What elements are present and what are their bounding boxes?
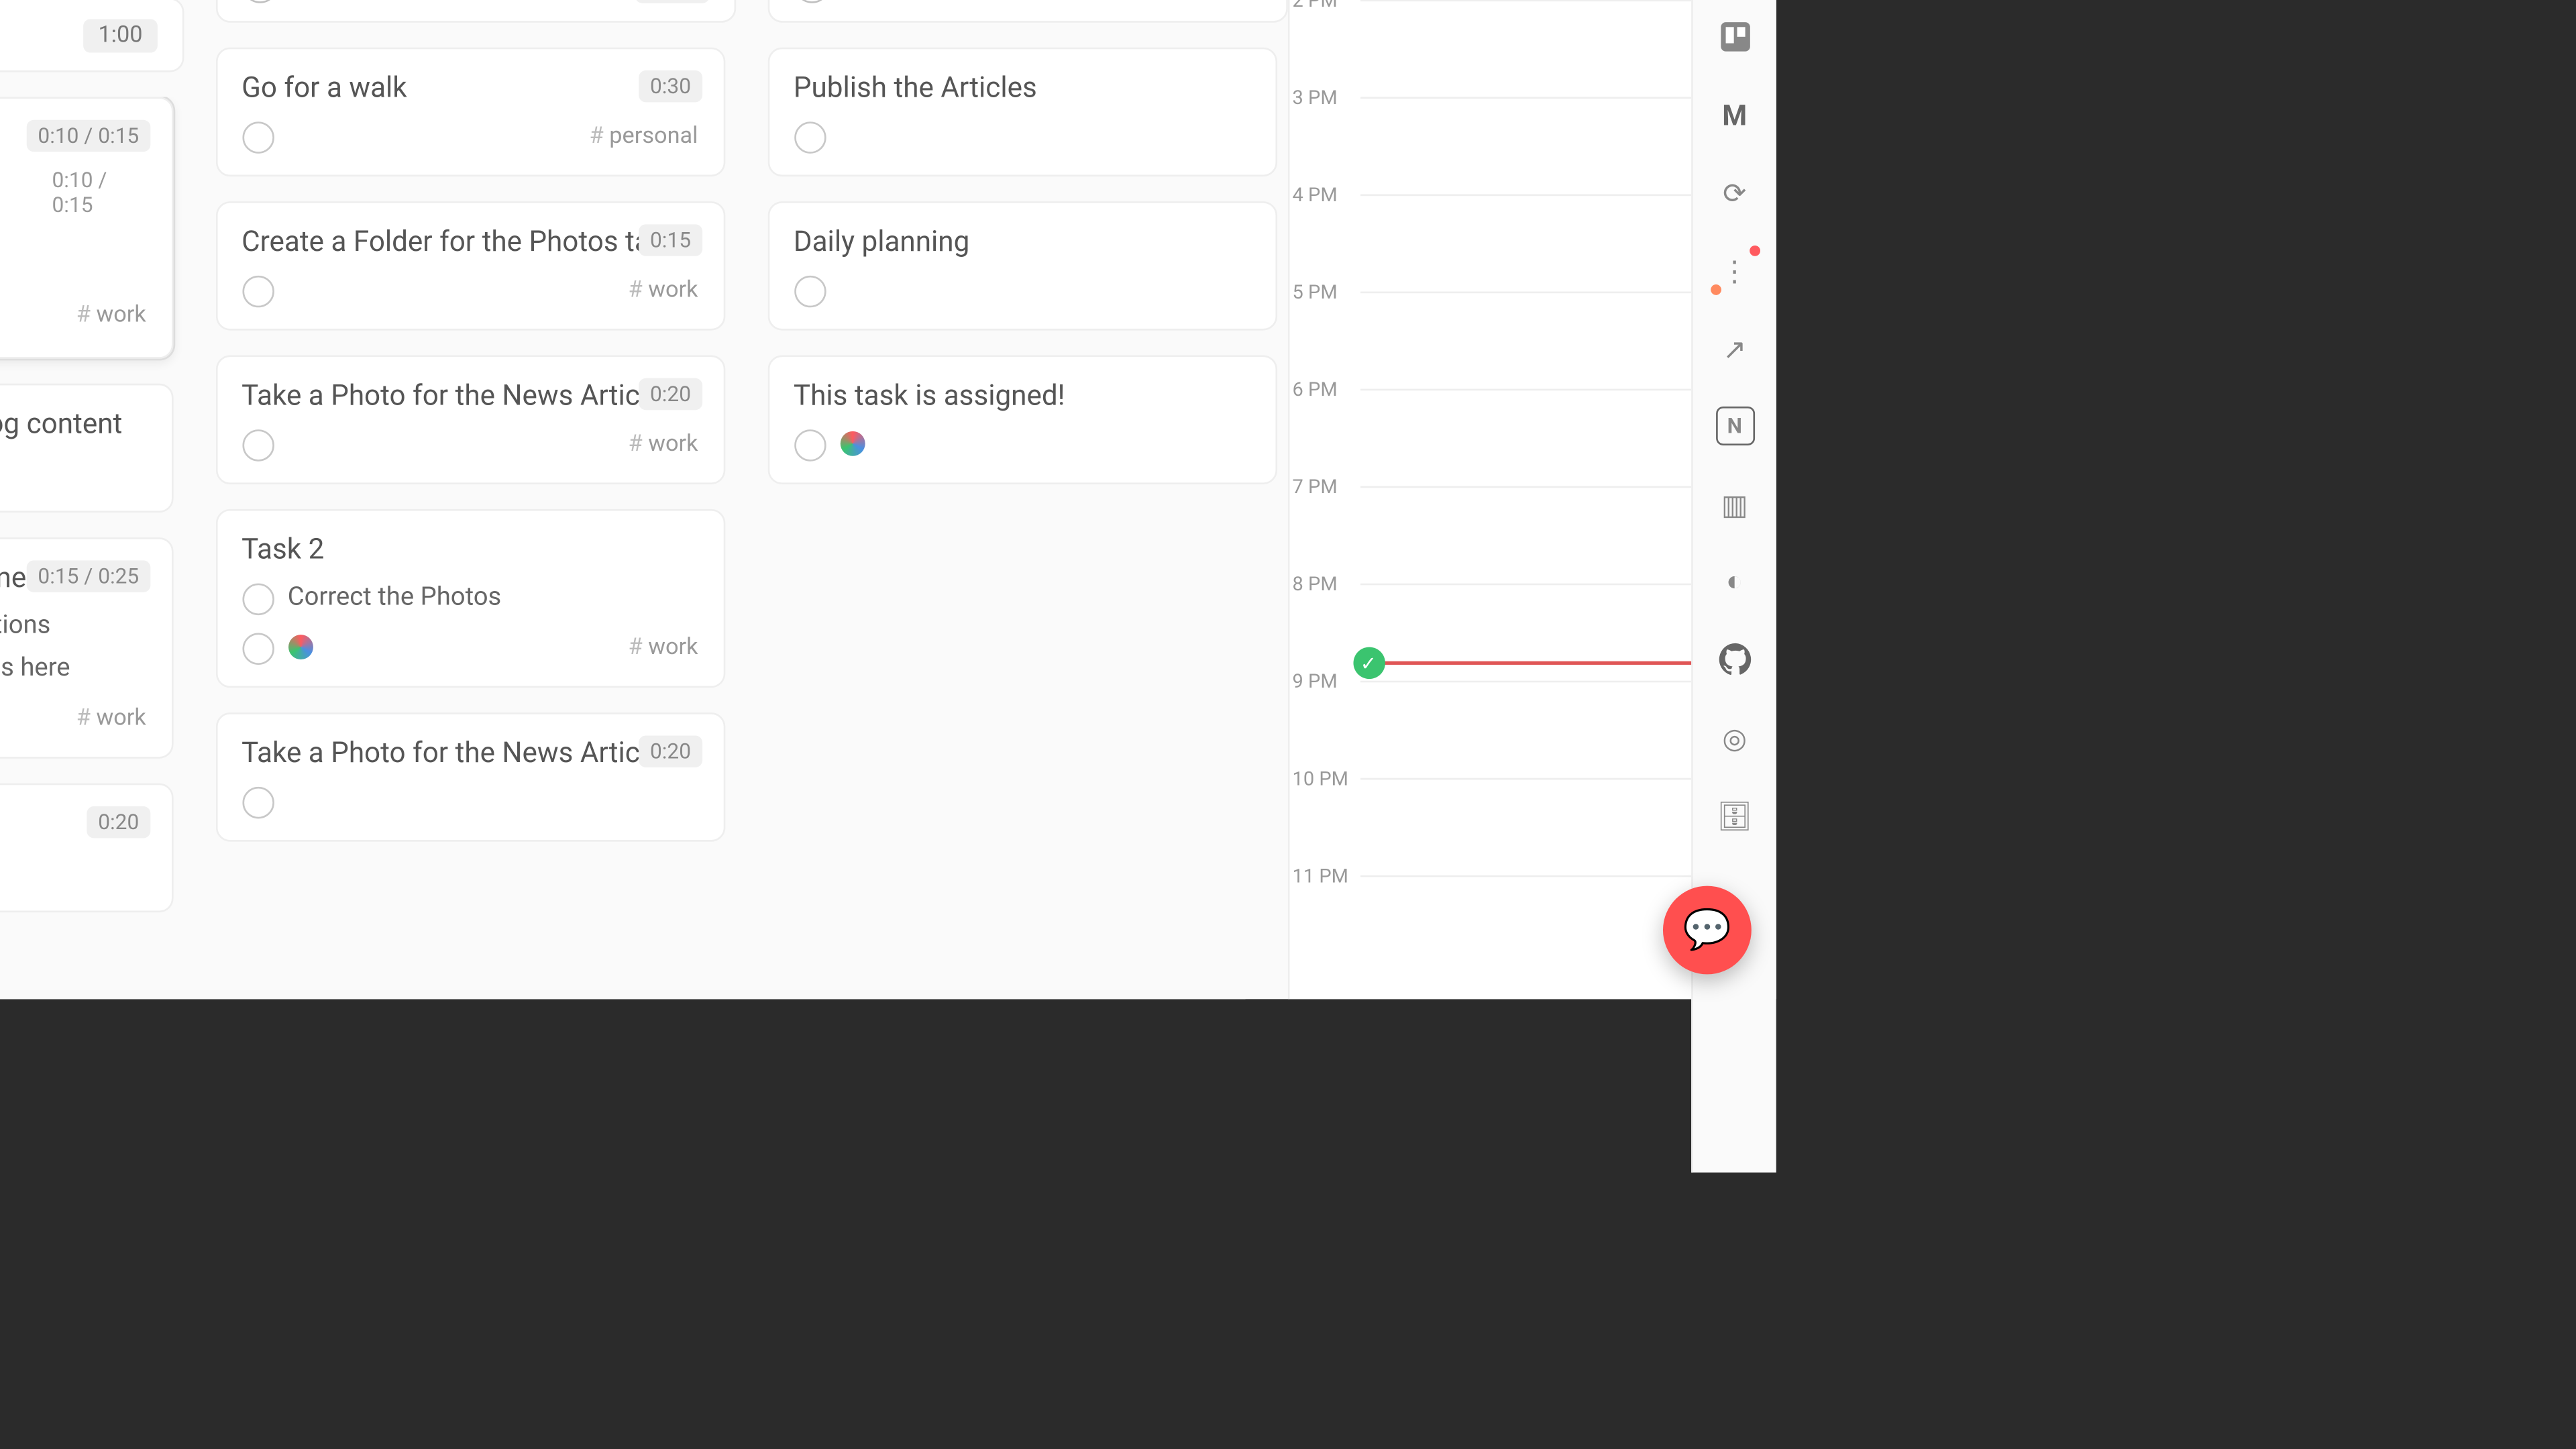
task-checkbox[interactable]	[794, 276, 825, 307]
current-time-indicator: ✓	[1352, 647, 1384, 679]
task-time-badge: 0:15 / 0:25	[28, 561, 150, 592]
plus-icon: +	[794, 0, 829, 3]
add-task-row[interactable]: +	[767, 0, 1287, 23]
task-checkbox[interactable]	[241, 429, 273, 461]
task-tag[interactable]: personal	[590, 123, 698, 150]
task-title: Task 2	[241, 532, 698, 566]
day-columns: FridayDecember 22Shutdown+Add task1:00Ta…	[0, 0, 1287, 999]
task-list: Go for a walk0:30 personal Create a Folder…	[215, 48, 735, 1000]
day-column: SundayDecember 24+Publish the ArticlesDa…	[767, 0, 1287, 999]
subtask-checkbox[interactable]	[241, 584, 273, 615]
task-checkbox[interactable]	[241, 276, 273, 307]
hour-label: 7 PM	[1293, 476, 1338, 498]
task-card[interactable]: To be able to create a vlog content	[0, 384, 172, 513]
basecamp-icon[interactable]: ◐	[1715, 562, 1754, 601]
linear-icon[interactable]: ↗	[1715, 329, 1754, 368]
task-title: Take a Photo for the News Article	[241, 378, 698, 412]
day-total-time: 1:25	[636, 0, 708, 2]
hour-label: 3 PM	[1293, 87, 1338, 109]
hour-label: 8 PM	[1293, 573, 1338, 596]
task-list: Take Photos0:10 / 0:15Make sure to edit …	[0, 97, 183, 999]
asana-badge-icon	[839, 431, 864, 456]
task-card[interactable]: Go for a walk0:30 personal	[215, 48, 724, 177]
subtask-text: Make sure to edit the photos	[0, 168, 38, 237]
task-title: Daily planning	[794, 224, 1250, 258]
day-column: SaturdayDecember 23Plan+1:25Go for a wal…	[215, 0, 735, 999]
task-checkbox[interactable]	[794, 429, 825, 461]
subtask-time: 0:10 / 0:15	[52, 168, 146, 217]
add-task-row[interactable]: +1:25	[215, 0, 735, 23]
task-title: Take a Photo for the News Articles	[241, 735, 698, 769]
hour-label: 6 PM	[1293, 378, 1338, 401]
task-time-badge: 0:20	[639, 378, 702, 410]
subtask-text: Insert more descriptions here	[0, 651, 70, 686]
hour-label: 11 PM	[1293, 865, 1348, 888]
target-icon[interactable]: ◎	[1715, 718, 1754, 757]
task-card[interactable]: Task 2 Correct the Photos work	[215, 509, 724, 688]
task-title: Publish the Articles	[794, 70, 1250, 104]
task-title: Go for a walk	[241, 70, 698, 104]
hour-label: 5 PM	[1293, 281, 1338, 304]
task-list: Publish the Articles Daily planning This t…	[767, 48, 1287, 1000]
day-column: FridayDecember 22Shutdown+Add task1:00Ta…	[0, 0, 183, 999]
task-tag[interactable]: work	[629, 634, 698, 661]
hour-label: 10 PM	[1293, 767, 1348, 790]
github-icon[interactable]	[1715, 640, 1754, 679]
task-title: To be able to create a vlog content	[0, 407, 146, 440]
hour-label: 9 PM	[1293, 670, 1338, 693]
main-panel: ⇤ Today Tasks Calendar FridayDecember 22…	[0, 0, 1287, 999]
add-task-row[interactable]: +Add task1:00	[0, 0, 183, 72]
task-checkbox[interactable]	[794, 121, 825, 153]
task-tag[interactable]: work	[76, 301, 146, 328]
task-time-badge: 0:15	[639, 224, 702, 256]
app-root: Sunsama ▾ WORKSPACE ⚙Settings 🔗Integrati…	[0, 0, 1776, 999]
support-chat-button[interactable]: 💬	[1663, 886, 1752, 975]
task-card[interactable]: Setup Sunsama0:20	[0, 784, 172, 913]
task-card[interactable]: Take a Photo for the News Article0:20 wor…	[215, 355, 724, 484]
task-card[interactable]: This task is assigned!	[767, 355, 1276, 484]
task-time-badge: 0:20	[639, 735, 702, 767]
task-card[interactable]: Create a Caption for the news letter0:15…	[0, 537, 172, 759]
task-card[interactable]: Take a Photo for the News Articles0:20	[215, 712, 724, 842]
task-checkbox[interactable]	[241, 633, 273, 664]
refresh-icon[interactable]: ⟳	[1715, 173, 1754, 212]
gmail-icon[interactable]: M	[1715, 95, 1754, 134]
task-card[interactable]: Create a Folder for the Photos takes0:15…	[215, 201, 724, 331]
task-title: Create a Folder for the Photos takes	[241, 224, 698, 258]
asana-badge-icon	[288, 635, 313, 659]
archive-icon[interactable]: 🗄	[1715, 796, 1754, 835]
day-total-time: 1:00	[84, 18, 156, 52]
task-card[interactable]: Daily planning	[767, 201, 1276, 331]
task-tag[interactable]: work	[629, 276, 698, 303]
trello-icon[interactable]	[1715, 17, 1754, 56]
notion-icon[interactable]: N	[1715, 407, 1754, 445]
integration-rail: M ⟳ ⋮ ↗ N ▥ ◐ ◎ 🗄	[1691, 0, 1776, 1173]
subtask-text: Brainstorm for the Captions	[0, 608, 50, 643]
task-card[interactable]: Publish the Articles	[767, 48, 1276, 177]
task-checkbox[interactable]	[241, 121, 273, 153]
plus-icon: +	[241, 0, 277, 3]
task-checkbox[interactable]	[241, 787, 273, 818]
task-tag[interactable]: work	[76, 705, 146, 732]
task-time-badge: 0:30	[639, 70, 702, 102]
subtask-text: Correct the Photos	[288, 580, 502, 614]
monday-icon[interactable]: ▥	[1715, 484, 1754, 523]
task-card[interactable]: Take Photos0:10 / 0:15Make sure to edit …	[0, 97, 172, 359]
asana-icon[interactable]: ⋮	[1715, 251, 1754, 290]
hour-label: 4 PM	[1293, 184, 1338, 207]
task-title: This task is assigned!	[794, 378, 1250, 412]
task-time-badge: 0:20	[87, 806, 150, 838]
hour-label: 2 PM	[1293, 0, 1338, 12]
task-time-badge: 0:10 / 0:15	[28, 120, 150, 152]
task-tag[interactable]: work	[629, 431, 698, 458]
